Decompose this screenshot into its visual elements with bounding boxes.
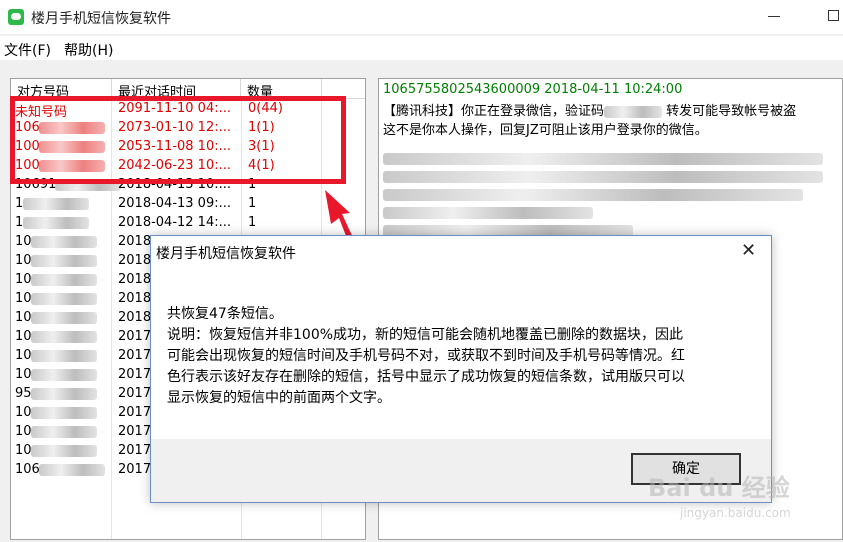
main-window: 楼月手机短信恢复软件 文件(F) 帮助(H) 对方号码 最近对话时间 数量 未知… <box>0 0 843 542</box>
dialog-note-line: 色行表示该好友存在删除的短信，括号中显示了成功恢复的短信条数，试用版只可以 <box>167 369 685 385</box>
watermark-brand: Bai du 经验 <box>648 474 790 502</box>
dialog-summary: 共恢复47条短信。 <box>167 306 283 322</box>
message-line-2: 这不是你本人操作，回复JZ可阻止该用户登录你的微信。 <box>383 123 708 138</box>
watermark-url: jingyan.baidu.com <box>680 506 791 520</box>
message-text-a: 【腾讯科技】你正在登录微信，验证码 <box>383 104 605 119</box>
redacted-messages <box>383 153 823 237</box>
dialog-note-line: 说明：恢复短信并非100%成功，新的短信可能会随机地覆盖已删除的数据块，因此 <box>167 327 684 343</box>
dialog-title: 楼月手机短信恢复软件 <box>156 246 296 262</box>
redacted-code <box>604 105 663 118</box>
message-line-1: 【腾讯科技】你正在登录微信，验证码 转发可能导致帐号被盗 <box>383 100 796 119</box>
dialog-note-line: 显示恢复的短信中的前面两个文字。 <box>167 390 391 406</box>
close-icon[interactable]: ✕ <box>741 240 756 261</box>
dialog-message: 共恢复47条短信。 说明：恢复短信并非100%成功，新的短信可能会随机地覆盖已删… <box>167 304 757 409</box>
message-text-b: 转发可能导致帐号被盗 <box>666 104 797 119</box>
dialog-note-line: 可能会出现恢复的短信时间及手机号码不对，或获取不到时间及手机号码等情况。红 <box>167 348 685 364</box>
info-dialog: 楼月手机短信恢复软件 ✕ 共恢复47条短信。 说明：恢复短信并非100%成功，新… <box>150 235 772 503</box>
message-header: 1065755802543600009 2018-04-11 10:24:00 <box>383 82 683 97</box>
